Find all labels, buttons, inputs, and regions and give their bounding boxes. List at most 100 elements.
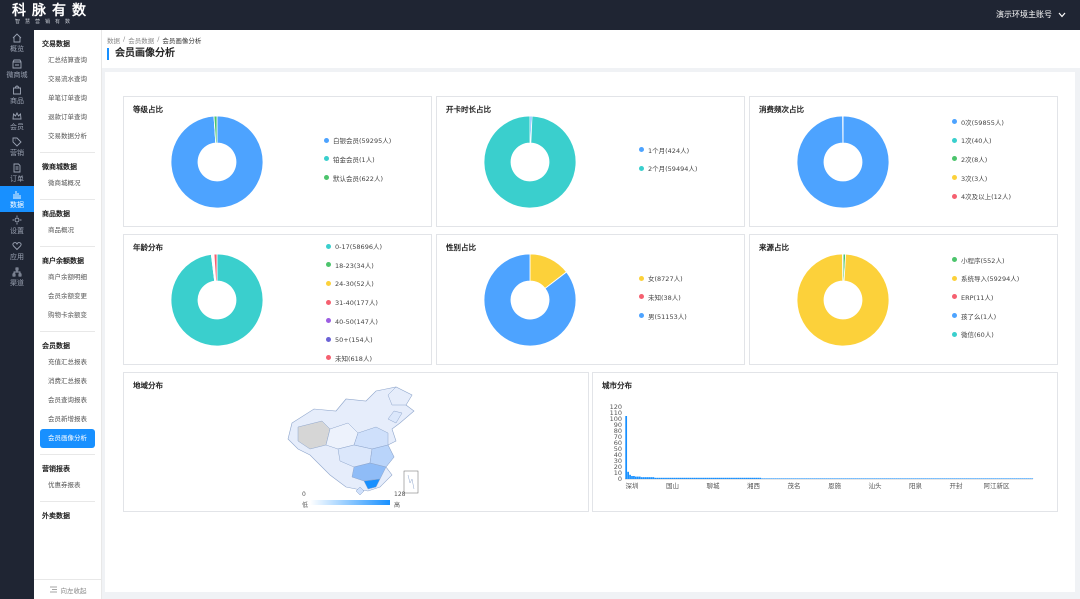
collapse-sidebar-button[interactable]: 向左收起 (34, 579, 101, 599)
rail-item-heart[interactable]: 应用 (0, 238, 34, 264)
map-scale-legend[interactable]: 0 低 128 高 (302, 491, 406, 509)
legend-item[interactable]: 50+(154人) (326, 330, 382, 349)
city-bar[interactable] (1023, 478, 1026, 479)
city-bar[interactable] (772, 478, 775, 479)
city-bar[interactable] (778, 478, 781, 479)
city-bar[interactable] (1025, 478, 1028, 479)
city-bar[interactable] (945, 478, 948, 479)
city-bar[interactable] (831, 478, 833, 479)
city-bar[interactable] (636, 476, 639, 479)
city-bar[interactable] (681, 477, 684, 479)
city-bar[interactable] (710, 477, 713, 479)
city-bar[interactable] (883, 478, 886, 479)
city-bar[interactable] (947, 478, 950, 479)
city-bar[interactable] (625, 416, 628, 479)
city-bar[interactable] (949, 478, 952, 479)
city-bar[interactable] (642, 477, 645, 479)
donut-chart[interactable] (788, 107, 898, 217)
pie-slice[interactable] (483, 115, 577, 209)
city-bar[interactable] (654, 477, 657, 479)
city-bar[interactable] (986, 478, 989, 479)
city-bar[interactable] (846, 478, 849, 479)
subnav-item[interactable]: 会员画像分析 (40, 429, 95, 448)
city-bar[interactable] (699, 477, 701, 479)
city-bar[interactable] (893, 478, 896, 479)
city-bar[interactable] (879, 478, 882, 479)
city-bar[interactable] (815, 478, 818, 479)
city-bar[interactable] (965, 478, 968, 479)
rail-item-store[interactable]: 微商城 (0, 56, 34, 82)
legend-item[interactable]: 24-30(52人) (326, 274, 382, 293)
city-bar[interactable] (800, 478, 802, 479)
city-bar[interactable] (901, 478, 903, 479)
subnav-item[interactable]: 交易流水查询 (40, 70, 95, 89)
city-bar[interactable] (868, 478, 870, 479)
city-bar[interactable] (780, 478, 783, 479)
city-bar[interactable] (745, 477, 748, 479)
legend-item[interactable]: 女(8727人) (639, 269, 687, 288)
city-bar[interactable] (887, 478, 890, 479)
rail-item-doc[interactable]: 订单 (0, 160, 34, 186)
city-bar[interactable] (771, 478, 773, 479)
city-bar[interactable] (736, 477, 738, 479)
city-bar[interactable] (988, 478, 991, 479)
subnav-item[interactable]: 单笔订单查询 (40, 89, 95, 108)
subnav-item[interactable]: 商品概况 (40, 221, 95, 240)
city-bar[interactable] (817, 478, 820, 479)
city-bar[interactable] (668, 477, 670, 479)
subnav-item[interactable]: 会员余额变更 (40, 287, 95, 306)
city-bar[interactable] (658, 477, 661, 479)
city-bar[interactable] (980, 478, 983, 479)
legend-item[interactable]: 0-17(58696人) (326, 237, 382, 256)
city-bar[interactable] (908, 478, 911, 479)
city-bar[interactable] (870, 478, 872, 479)
city-bar[interactable] (697, 477, 699, 479)
subnav-item[interactable]: 交易数据分析 (40, 127, 95, 146)
city-bar[interactable] (743, 477, 746, 479)
city-bar[interactable] (881, 478, 884, 479)
city-bar[interactable] (957, 478, 960, 479)
legend-item[interactable]: 未知(618人) (326, 349, 382, 368)
city-bar[interactable] (749, 477, 752, 479)
city-bar[interactable] (912, 478, 915, 479)
city-bar[interactable] (856, 478, 859, 479)
city-bar[interactable] (1013, 478, 1016, 479)
city-bar[interactable] (866, 478, 868, 479)
city-bar[interactable] (671, 477, 674, 479)
city-bar[interactable] (640, 477, 643, 479)
city-bar[interactable] (959, 478, 962, 479)
city-bar[interactable] (737, 477, 740, 479)
city-bar[interactable] (757, 477, 760, 479)
city-bar[interactable] (821, 478, 824, 479)
city-bar[interactable] (763, 478, 765, 479)
city-bar[interactable] (809, 478, 812, 479)
rail-item-tag[interactable]: 营销 (0, 134, 34, 160)
city-bar[interactable] (978, 478, 981, 479)
rail-item-network[interactable]: 渠道 (0, 264, 34, 290)
city-bar[interactable] (940, 478, 942, 479)
city-bar[interactable] (854, 478, 857, 479)
city-bar[interactable] (765, 478, 767, 479)
china-map[interactable] (284, 383, 434, 512)
subnav-item[interactable]: 商户余额明细 (40, 268, 95, 287)
city-bar[interactable] (769, 478, 771, 479)
city-bar[interactable] (689, 477, 692, 479)
city-bar[interactable] (943, 478, 946, 479)
rail-item-gear[interactable]: 设置 (0, 212, 34, 238)
subnav-item[interactable]: 优惠券报表 (40, 476, 95, 495)
subnav-item[interactable]: 会员查询报表 (40, 391, 95, 410)
city-bar[interactable] (1027, 478, 1030, 479)
city-bar[interactable] (907, 478, 909, 479)
city-bar[interactable] (844, 478, 847, 479)
city-bar[interactable] (755, 477, 758, 479)
city-bar[interactable] (704, 477, 707, 479)
legend-item[interactable]: 18-23(34人) (326, 256, 382, 275)
city-bar[interactable] (998, 478, 1001, 479)
city-bar[interactable] (784, 478, 787, 479)
city-bar[interactable] (914, 478, 917, 479)
city-bar[interactable] (695, 477, 697, 479)
legend-item[interactable]: 2个月(59494人) (639, 159, 697, 178)
city-bar[interactable] (635, 476, 637, 479)
city-bar[interactable] (848, 478, 851, 479)
city-bar[interactable] (938, 478, 940, 479)
